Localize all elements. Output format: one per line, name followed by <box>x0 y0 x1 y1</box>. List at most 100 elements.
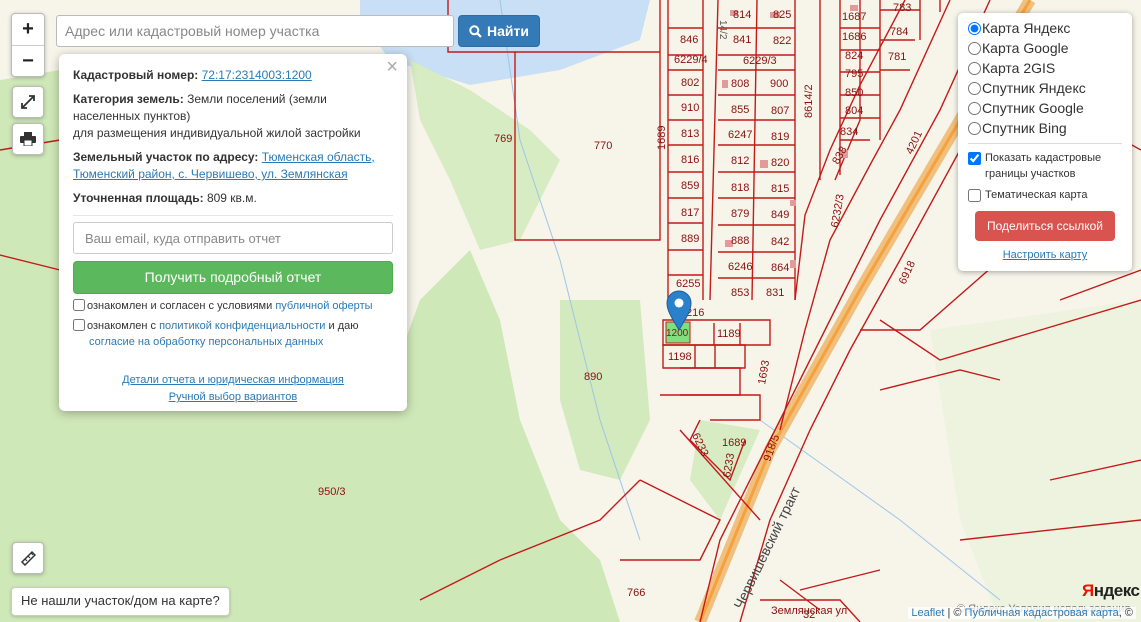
layer-option[interactable]: Карта 2GIS <box>968 59 1122 79</box>
share-link-button[interactable]: Поделиться ссылкой <box>975 211 1115 241</box>
agree-privacy-row: ознакомлен с политикой конфиденциальност… <box>73 318 393 350</box>
parcel-label: 1689 <box>656 126 668 150</box>
cadastral-label: Кадастровый номер: <box>73 68 199 82</box>
parcel-label: 849 <box>771 209 789 221</box>
yandex-logo-first: Я <box>1082 581 1094 600</box>
agree-privacy-mid: и даю <box>328 320 359 332</box>
divider <box>968 143 1122 144</box>
cadastral-row: Кадастровый номер: 72:17:2314003:1200 <box>73 67 393 84</box>
yandex-logo-rest: ндекс <box>1093 581 1140 600</box>
layer-radio[interactable] <box>968 122 981 135</box>
parcel-label: 888 <box>731 235 749 247</box>
layer-radio[interactable] <box>968 82 981 95</box>
personal-data-link[interactable]: согласие на обработку персональных данны… <box>89 336 323 348</box>
parcel-label: 770 <box>594 140 612 152</box>
zoom-in-button[interactable]: + <box>12 14 44 45</box>
email-field[interactable] <box>73 222 393 254</box>
printer-icon <box>20 132 36 146</box>
search-input[interactable] <box>56 15 454 47</box>
yandex-logo: Яндекс <box>1082 581 1140 601</box>
agree-privacy-text: ознакомлен с <box>87 320 157 332</box>
parcel-label: 1686 <box>842 31 866 43</box>
parcel-label: 1189 <box>717 328 741 340</box>
parcel-label: 820 <box>771 157 789 169</box>
parcel-label: 32 <box>803 609 815 621</box>
leaflet-link[interactable]: Leaflet <box>911 607 944 619</box>
parcel-label: 781 <box>888 51 906 63</box>
fullscreen-button[interactable] <box>12 86 44 118</box>
layer-radio[interactable] <box>968 42 981 55</box>
popup-footer: Детали отчета и юридическая информация Р… <box>59 372 407 406</box>
privacy-policy-link[interactable]: политикой конфиденциальности <box>159 320 325 332</box>
parcel-label: 784 <box>890 26 908 38</box>
selected-parcel-label: 1200 <box>666 328 689 339</box>
parcel-label: 950/3 <box>318 486 346 498</box>
layer-radio[interactable] <box>968 62 981 75</box>
area-label: Уточненная площадь: <box>73 191 204 205</box>
public-offer-link[interactable]: публичной оферты <box>275 300 372 312</box>
zoom-out-button[interactable]: − <box>12 45 44 77</box>
parcel-label: 859 <box>681 180 699 192</box>
layer-label: Карта 2GIS <box>982 60 1056 76</box>
agree-offer-checkbox[interactable] <box>73 299 85 311</box>
show-borders-label: Показать кадастровые границы участков <box>985 152 1102 180</box>
close-icon[interactable]: × <box>386 57 398 77</box>
layer-option[interactable]: Карта Яндекс <box>968 19 1122 39</box>
parcel-label: 1687 <box>842 11 866 23</box>
layer-option[interactable]: Спутник Google <box>968 99 1122 119</box>
parcel-label: 910 <box>681 102 699 114</box>
zoom-control: + − <box>11 13 45 77</box>
parcel-label: 812 <box>731 155 749 167</box>
parcel-label: 855 <box>731 104 749 116</box>
parcel-label: 864 <box>771 262 789 274</box>
ruler-icon <box>20 550 36 566</box>
parcel-label: 807 <box>771 105 789 117</box>
layer-label: Спутник Google <box>982 100 1084 116</box>
layer-option[interactable]: Спутник Яндекс <box>968 79 1122 99</box>
parcel-label: 766 <box>627 587 645 599</box>
parcel-label: 879 <box>731 208 749 220</box>
parcel-label: 6255 <box>676 278 700 290</box>
parcel-label: 831 <box>766 287 784 299</box>
parcel-label: 846 <box>680 34 698 46</box>
parcel-label: 802 <box>681 77 699 89</box>
parcel-label: 822 <box>773 35 791 47</box>
layer-radio[interactable] <box>968 22 981 35</box>
parcel-label: 819 <box>771 131 789 143</box>
parcel-label: 6229/3 <box>743 55 777 67</box>
agree-offer-text: ознакомлен и согласен с условиями <box>87 300 273 312</box>
layer-label: Карта Яндекс <box>982 20 1071 36</box>
parcel-label: 783 <box>893 2 911 14</box>
parcel-label: 1198 <box>668 351 692 363</box>
not-found-button[interactable]: Не нашли участок/дом на карте? <box>11 587 230 616</box>
show-borders-checkbox[interactable] <box>968 152 981 165</box>
thematic-checkbox[interactable] <box>968 189 981 202</box>
layer-option[interactable]: Карта Google <box>968 39 1122 59</box>
report-details-link[interactable]: Детали отчета и юридическая информация <box>122 374 344 386</box>
agree-offer-row: ознакомлен и согласен с условиями публич… <box>73 298 393 314</box>
area-value: 809 кв.м. <box>206 191 257 205</box>
address-label: Земельный участок по адресу: <box>73 150 259 164</box>
parcel-label: 816 <box>681 154 699 166</box>
parcel-label: 814 <box>733 9 751 21</box>
attribution-end: , © <box>1118 607 1133 619</box>
layer-option[interactable]: Спутник Bing <box>968 119 1122 139</box>
parcel-label: 824 <box>845 50 863 62</box>
parcel-label: 889 <box>681 233 699 245</box>
parcel-label: 6229/4 <box>674 54 708 66</box>
cadastral-number-link[interactable]: 72:17:2314003:1200 <box>202 68 312 82</box>
agree-privacy-checkbox[interactable] <box>73 319 85 331</box>
expand-icon <box>21 95 35 109</box>
pkk-link[interactable]: Публичная кадастровая карта <box>965 607 1119 619</box>
get-report-button[interactable]: Получить подробный отчет <box>73 261 393 294</box>
layer-radio[interactable] <box>968 102 981 115</box>
ruler-button[interactable] <box>12 542 44 574</box>
print-button[interactable] <box>12 123 44 155</box>
search-button[interactable]: Найти <box>458 15 540 47</box>
manual-select-link[interactable]: Ручной выбор вариантов <box>169 391 297 403</box>
parcel-label: 900 <box>770 78 788 90</box>
parcel-label: 890 <box>584 371 602 383</box>
configure-map-row: Настроить карту <box>968 249 1122 261</box>
usage-value: для размещения индивидуальной жилой заст… <box>73 126 361 140</box>
configure-map-link[interactable]: Настроить карту <box>1003 249 1088 261</box>
